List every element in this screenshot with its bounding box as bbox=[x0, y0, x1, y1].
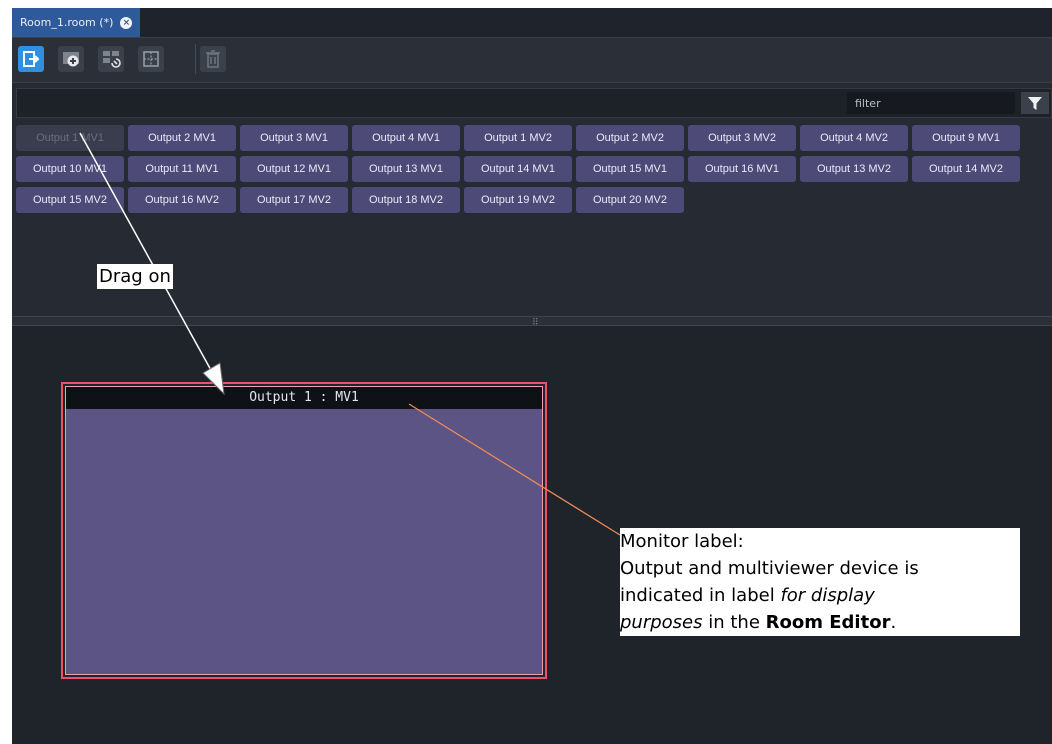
monitor-display: Output 1 : MV1 bbox=[65, 386, 543, 675]
annotation-line-4: purposes in the Room Editor. bbox=[620, 609, 1020, 636]
monitor-label: Output 1 : MV1 bbox=[66, 387, 542, 409]
annotation-line-3: indicated in label for display bbox=[620, 582, 1020, 609]
annotation-title: Monitor label: bbox=[620, 531, 744, 552]
annotation-room-editor: Room Editor bbox=[765, 612, 891, 633]
tab-room-file[interactable]: Room_1.room (*) × bbox=[12, 8, 141, 37]
output-chip[interactable]: Output 19 MV2 bbox=[464, 187, 572, 213]
filter-button[interactable] bbox=[1021, 92, 1049, 114]
output-chip[interactable]: Output 16 MV1 bbox=[688, 156, 796, 182]
output-chip[interactable]: Output 4 MV1 bbox=[352, 125, 460, 151]
output-chip[interactable]: Output 14 MV2 bbox=[912, 156, 1020, 182]
delete-icon bbox=[206, 50, 220, 68]
link-layout-icon bbox=[103, 51, 121, 68]
monitor-label-annotation: Monitor label: Output and multiviewer de… bbox=[620, 528, 1020, 636]
output-chip[interactable]: Output 12 MV1 bbox=[240, 156, 348, 182]
tab-bar: Room_1.room (*) × bbox=[12, 8, 1052, 38]
output-chip[interactable]: Output 20 MV2 bbox=[576, 187, 684, 213]
add-monitor-button[interactable] bbox=[58, 46, 84, 72]
output-chip[interactable]: Output 15 MV1 bbox=[576, 156, 684, 182]
output-chip[interactable]: Output 2 MV2 bbox=[576, 125, 684, 151]
annotation-line-4-text: in the bbox=[702, 612, 766, 633]
output-chip[interactable]: Output 11 MV1 bbox=[128, 156, 236, 182]
toolbar-separator bbox=[195, 44, 196, 74]
monitor-tile[interactable]: Output 1 : MV1 bbox=[61, 382, 547, 679]
annotation-line-3-emphasis: for display bbox=[780, 585, 875, 606]
funnel-icon bbox=[1028, 97, 1042, 110]
exit-editor-icon bbox=[23, 51, 40, 67]
grid-icon bbox=[143, 51, 159, 67]
annotation-line-3-text: indicated in label bbox=[620, 585, 781, 606]
annotation-line-4-emphasis: purposes bbox=[620, 612, 703, 633]
close-icon[interactable]: × bbox=[120, 16, 133, 29]
annotation-line-4-end: . bbox=[890, 612, 897, 633]
output-chip[interactable]: Output 9 MV1 bbox=[912, 125, 1020, 151]
output-chip[interactable]: Output 1 MV2 bbox=[464, 125, 572, 151]
drag-on-annotation: Drag on bbox=[97, 264, 173, 289]
output-chip[interactable]: Output 16 MV2 bbox=[128, 187, 236, 213]
output-chip[interactable]: Output 1 MV1 bbox=[16, 125, 124, 151]
tab-title: Room_1.room (*) bbox=[20, 16, 114, 29]
output-chip[interactable]: Output 3 MV2 bbox=[688, 125, 796, 151]
delete-button[interactable] bbox=[200, 46, 226, 72]
output-chip[interactable]: Output 13 MV2 bbox=[800, 156, 908, 182]
toolbar bbox=[12, 38, 1052, 83]
add-monitor-icon bbox=[63, 52, 79, 67]
filter-bar bbox=[16, 88, 1052, 118]
output-chip[interactable]: Output 17 MV2 bbox=[240, 187, 348, 213]
filter-input[interactable] bbox=[847, 92, 1015, 114]
output-chip[interactable]: Output 10 MV1 bbox=[16, 156, 124, 182]
output-chip[interactable]: Output 14 MV1 bbox=[464, 156, 572, 182]
link-layout-button[interactable] bbox=[98, 46, 124, 72]
splitter[interactable]: ⠿ bbox=[12, 316, 1052, 328]
output-chip[interactable]: Output 18 MV2 bbox=[352, 187, 460, 213]
annotation-line-2: Output and multiviewer device is bbox=[620, 558, 919, 579]
output-chip[interactable]: Output 4 MV2 bbox=[800, 125, 908, 151]
output-chip[interactable]: Output 13 MV1 bbox=[352, 156, 460, 182]
exit-editor-button[interactable] bbox=[18, 46, 44, 72]
output-chip[interactable]: Output 15 MV2 bbox=[16, 187, 124, 213]
output-chip[interactable]: Output 3 MV1 bbox=[240, 125, 348, 151]
grid-button[interactable] bbox=[138, 46, 164, 72]
output-chip[interactable]: Output 2 MV1 bbox=[128, 125, 236, 151]
